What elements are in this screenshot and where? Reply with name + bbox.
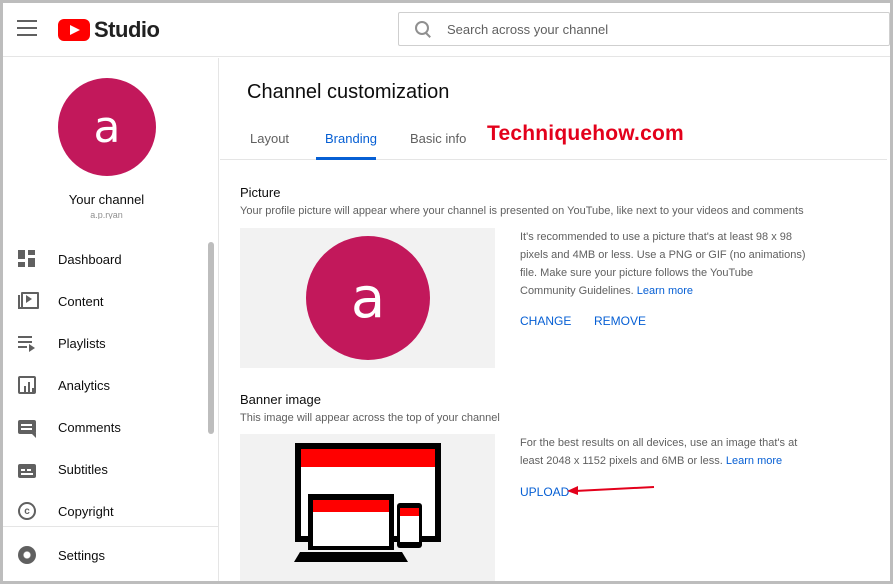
sidebar-item-comments[interactable]: Comments bbox=[3, 406, 207, 448]
analytics-icon bbox=[18, 376, 36, 394]
sidebar-item-label: Subtitles bbox=[58, 461, 108, 477]
playlists-icon bbox=[18, 334, 36, 352]
picture-section-title: Picture bbox=[240, 185, 281, 200]
banner-section-title: Banner image bbox=[240, 392, 321, 407]
content-icon bbox=[18, 292, 39, 310]
profile-picture-avatar: a bbox=[306, 236, 430, 360]
tab-basic-info[interactable]: Basic info bbox=[410, 131, 466, 160]
youtube-play-icon bbox=[58, 19, 90, 41]
copyright-icon: c bbox=[18, 502, 36, 520]
profile-picture-preview: a bbox=[240, 228, 495, 368]
sidebar-item-label: Comments bbox=[58, 419, 121, 435]
remove-picture-button[interactable]: REMOVE bbox=[594, 314, 646, 328]
sidebar: a Your channel a.p.ryan Dashboard Conten… bbox=[3, 58, 219, 581]
sidebar-item-analytics[interactable]: Analytics bbox=[3, 364, 207, 406]
banner-preview bbox=[240, 434, 495, 581]
banner-section-description: This image will appear across the top of… bbox=[240, 412, 500, 424]
sidebar-scrollbar[interactable] bbox=[208, 242, 214, 434]
upload-banner-button[interactable]: UPLOAD bbox=[520, 485, 569, 499]
sidebar-item-label: Settings bbox=[58, 547, 105, 563]
sidebar-item-content[interactable]: Content bbox=[3, 280, 207, 322]
channel-handle: a.p.ryan bbox=[90, 211, 123, 219]
subtitles-icon bbox=[18, 464, 36, 478]
sidebar-item-dashboard[interactable]: Dashboard bbox=[3, 238, 207, 280]
picture-learn-more-link[interactable]: Learn more bbox=[637, 285, 693, 297]
devices-illustration bbox=[294, 443, 441, 562]
sidebar-item-playlists[interactable]: Playlists bbox=[3, 322, 207, 364]
change-picture-button[interactable]: CHANGE bbox=[520, 314, 571, 328]
sidebar-item-label: Playlists bbox=[58, 335, 106, 351]
sidebar-item-label: Copyright bbox=[58, 503, 114, 519]
page-title: Channel customization bbox=[247, 81, 450, 103]
picture-section-description: Your profile picture will appear where y… bbox=[240, 205, 804, 217]
sidebar-item-label: Analytics bbox=[58, 377, 111, 393]
sidebar-item-settings[interactable]: Settings bbox=[3, 534, 207, 576]
tab-branding[interactable]: Branding bbox=[325, 131, 377, 160]
banner-learn-more-link[interactable]: Learn more bbox=[726, 455, 782, 467]
sidebar-divider bbox=[3, 526, 218, 527]
studio-logo[interactable]: Studio bbox=[58, 17, 160, 43]
comments-icon bbox=[18, 420, 36, 438]
sidebar-item-label: Content bbox=[58, 293, 104, 309]
active-tab-indicator bbox=[316, 157, 376, 160]
sidebar-item-label: Dashboard bbox=[58, 251, 122, 267]
search-icon[interactable] bbox=[415, 21, 431, 37]
channel-avatar[interactable]: a bbox=[58, 78, 156, 176]
main-content: Channel customization Layout Branding Ba… bbox=[220, 58, 887, 581]
your-channel-label[interactable]: Your channel bbox=[3, 192, 210, 207]
sidebar-item-subtitles[interactable]: Subtitles bbox=[3, 448, 207, 490]
search-input[interactable] bbox=[447, 21, 867, 37]
dashboard-icon bbox=[18, 250, 36, 268]
picture-info: It's recommended to use a picture that's… bbox=[520, 228, 810, 300]
top-bar: Studio bbox=[3, 3, 890, 57]
watermark-text: Techniquehow.com bbox=[487, 122, 684, 145]
gear-icon bbox=[16, 544, 38, 566]
tab-layout[interactable]: Layout bbox=[250, 131, 289, 160]
menu-icon[interactable] bbox=[17, 20, 37, 38]
banner-info: For the best results on all devices, use… bbox=[520, 434, 810, 470]
sidebar-nav: Dashboard Content Playlists Analytics Co… bbox=[3, 238, 207, 532]
logo-text: Studio bbox=[94, 17, 160, 42]
red-arrow-annotation bbox=[567, 486, 655, 495]
search-box[interactable] bbox=[398, 12, 890, 46]
